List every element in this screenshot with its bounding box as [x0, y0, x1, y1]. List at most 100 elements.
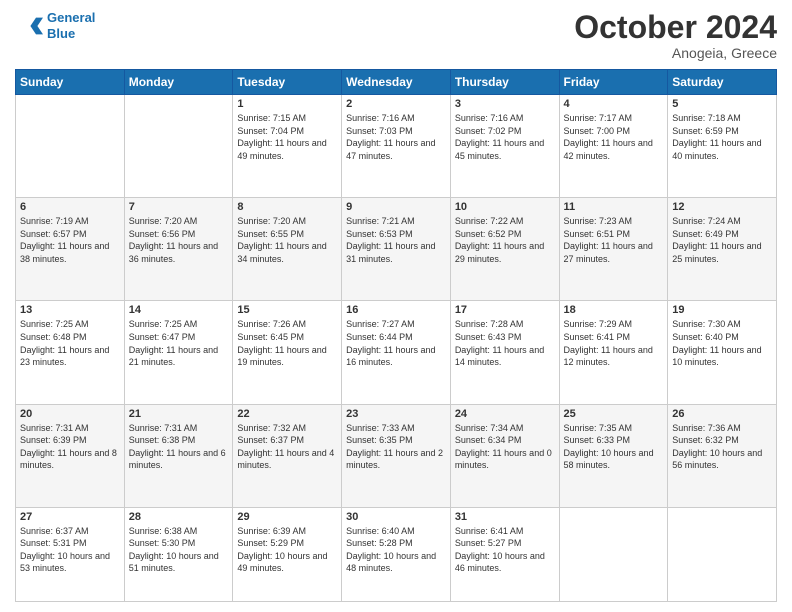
- calendar-cell: 31 Sunrise: 6:41 AM Sunset: 5:27 PM Dayli…: [450, 507, 559, 601]
- day-number: 15: [237, 304, 337, 316]
- calendar-table: SundayMondayTuesdayWednesdayThursdayFrid…: [15, 69, 777, 602]
- calendar-week-row: 1 Sunrise: 7:15 AM Sunset: 7:04 PM Daylig…: [16, 95, 777, 198]
- day-info: Sunrise: 7:21 AM Sunset: 6:53 PM Dayligh…: [346, 215, 446, 265]
- calendar-cell: 30Sunrise: 6:40 AM Sunset: 5:28 PM Dayli…: [342, 507, 451, 601]
- day-number: 1: [237, 98, 337, 110]
- calendar-cell: 19Sunrise: 7:30 AM Sunset: 6:40 PM Dayli…: [668, 301, 777, 404]
- day-number: 3: [455, 98, 555, 110]
- calendar-cell: 13Sunrise: 7:25 AM Sunset: 6:48 PM Dayli…: [16, 301, 125, 404]
- weekday-header: Wednesday: [342, 70, 451, 95]
- header: General Blue October 2024 Anogeia, Greec…: [15, 10, 777, 61]
- day-number: 29: [237, 511, 337, 523]
- calendar-cell: 17 Sunrise: 7:28 AM Sunset: 6:43 PM Dayli…: [450, 301, 559, 404]
- day-number: 2: [346, 98, 446, 110]
- day-number: 18: [564, 304, 664, 316]
- day-number: 8: [237, 201, 337, 213]
- day-info: Sunrise: 6:37 AM Sunset: 5:31 PM Dayligh…: [20, 525, 120, 575]
- calendar-cell: [559, 507, 668, 601]
- calendar-cell: 22 Sunrise: 7:32 AM Sunset: 6:37 PM Dayli…: [233, 404, 342, 507]
- day-info: Sunrise: 7:18 AM Sunset: 6:59 PM Dayligh…: [672, 112, 772, 162]
- calendar-cell: 2 Sunrise: 7:16 AM Sunset: 7:03 PM Daylig…: [342, 95, 451, 198]
- day-info: Sunrise: 6:38 AM Sunset: 5:30 PM Dayligh…: [129, 525, 229, 575]
- calendar-cell: 12 Sunrise: 7:24 AM Sunset: 6:49 PM Dayli…: [668, 198, 777, 301]
- day-info: Sunrise: 7:23 AM Sunset: 6:51 PM Dayligh…: [564, 215, 664, 265]
- day-number: 19: [672, 304, 772, 316]
- weekday-header: Tuesday: [233, 70, 342, 95]
- location: Anogeia, Greece: [574, 45, 777, 61]
- day-info: Sunrise: 7:32 AM Sunset: 6:37 PM Dayligh…: [237, 422, 337, 472]
- title-block: October 2024 Anogeia, Greece: [574, 10, 777, 61]
- logo-line2: Blue: [47, 26, 75, 41]
- calendar-cell: 11 Sunrise: 7:23 AM Sunset: 6:51 PM Dayli…: [559, 198, 668, 301]
- day-number: 12: [672, 201, 772, 213]
- weekday-header: Monday: [124, 70, 233, 95]
- day-info: Sunrise: 7:19 AM Sunset: 6:57 PM Dayligh…: [20, 215, 120, 265]
- logo-line1: General: [47, 10, 95, 25]
- day-info: Sunrise: 7:20 AM Sunset: 6:55 PM Dayligh…: [237, 215, 337, 265]
- logo: General Blue: [15, 10, 95, 41]
- day-info: Sunrise: 7:31 AM Sunset: 6:39 PM Dayligh…: [20, 422, 120, 472]
- calendar-week-row: 13Sunrise: 7:25 AM Sunset: 6:48 PM Dayli…: [16, 301, 777, 404]
- page: General Blue October 2024 Anogeia, Greec…: [0, 0, 792, 612]
- day-info: Sunrise: 7:29 AM Sunset: 6:41 PM Dayligh…: [564, 318, 664, 368]
- calendar-cell: 7Sunrise: 7:20 AM Sunset: 6:56 PM Daylig…: [124, 198, 233, 301]
- day-number: 25: [564, 408, 664, 420]
- day-info: Sunrise: 7:15 AM Sunset: 7:04 PM Dayligh…: [237, 112, 337, 162]
- day-number: 23: [346, 408, 446, 420]
- calendar-cell: 20 Sunrise: 7:31 AM Sunset: 6:39 PM Dayli…: [16, 404, 125, 507]
- calendar-week-row: 27Sunrise: 6:37 AM Sunset: 5:31 PM Dayli…: [16, 507, 777, 601]
- weekday-header: Thursday: [450, 70, 559, 95]
- calendar-cell: 18 Sunrise: 7:29 AM Sunset: 6:41 PM Dayli…: [559, 301, 668, 404]
- day-info: Sunrise: 7:17 AM Sunset: 7:00 PM Dayligh…: [564, 112, 664, 162]
- day-info: Sunrise: 7:25 AM Sunset: 6:47 PM Dayligh…: [129, 318, 229, 368]
- weekday-header: Sunday: [16, 70, 125, 95]
- day-info: Sunrise: 7:36 AM Sunset: 6:32 PM Dayligh…: [672, 422, 772, 472]
- calendar-cell: 23 Sunrise: 7:33 AM Sunset: 6:35 PM Dayli…: [342, 404, 451, 507]
- calendar-cell: 14 Sunrise: 7:25 AM Sunset: 6:47 PM Dayli…: [124, 301, 233, 404]
- calendar-cell: 27Sunrise: 6:37 AM Sunset: 5:31 PM Dayli…: [16, 507, 125, 601]
- logo-icon: [15, 12, 43, 40]
- calendar-cell: 26Sunrise: 7:36 AM Sunset: 6:32 PM Dayli…: [668, 404, 777, 507]
- calendar-cell: 16 Sunrise: 7:27 AM Sunset: 6:44 PM Dayli…: [342, 301, 451, 404]
- day-info: Sunrise: 6:41 AM Sunset: 5:27 PM Dayligh…: [455, 525, 555, 575]
- day-info: Sunrise: 7:31 AM Sunset: 6:38 PM Dayligh…: [129, 422, 229, 472]
- calendar-cell: 1 Sunrise: 7:15 AM Sunset: 7:04 PM Daylig…: [233, 95, 342, 198]
- calendar-cell: 24 Sunrise: 7:34 AM Sunset: 6:34 PM Dayli…: [450, 404, 559, 507]
- day-info: Sunrise: 7:16 AM Sunset: 7:03 PM Dayligh…: [346, 112, 446, 162]
- day-number: 20: [20, 408, 120, 420]
- day-info: Sunrise: 7:33 AM Sunset: 6:35 PM Dayligh…: [346, 422, 446, 472]
- day-info: Sunrise: 6:40 AM Sunset: 5:28 PM Dayligh…: [346, 525, 446, 575]
- day-info: Sunrise: 7:27 AM Sunset: 6:44 PM Dayligh…: [346, 318, 446, 368]
- day-info: Sunrise: 7:34 AM Sunset: 6:34 PM Dayligh…: [455, 422, 555, 472]
- day-info: Sunrise: 7:28 AM Sunset: 6:43 PM Dayligh…: [455, 318, 555, 368]
- day-number: 4: [564, 98, 664, 110]
- calendar-cell: 4 Sunrise: 7:17 AM Sunset: 7:00 PM Daylig…: [559, 95, 668, 198]
- calendar-cell: 5 Sunrise: 7:18 AM Sunset: 6:59 PM Daylig…: [668, 95, 777, 198]
- calendar-cell: [668, 507, 777, 601]
- day-info: Sunrise: 7:35 AM Sunset: 6:33 PM Dayligh…: [564, 422, 664, 472]
- day-number: 17: [455, 304, 555, 316]
- calendar-week-row: 6Sunrise: 7:19 AM Sunset: 6:57 PM Daylig…: [16, 198, 777, 301]
- day-number: 24: [455, 408, 555, 420]
- calendar-cell: 28Sunrise: 6:38 AM Sunset: 5:30 PM Dayli…: [124, 507, 233, 601]
- weekday-header-row: SundayMondayTuesdayWednesdayThursdayFrid…: [16, 70, 777, 95]
- day-number: 9: [346, 201, 446, 213]
- day-info: Sunrise: 7:16 AM Sunset: 7:02 PM Dayligh…: [455, 112, 555, 162]
- day-number: 5: [672, 98, 772, 110]
- day-number: 31: [455, 511, 555, 523]
- day-number: 11: [564, 201, 664, 213]
- calendar-cell: 9 Sunrise: 7:21 AM Sunset: 6:53 PM Daylig…: [342, 198, 451, 301]
- day-info: Sunrise: 7:24 AM Sunset: 6:49 PM Dayligh…: [672, 215, 772, 265]
- day-info: Sunrise: 7:22 AM Sunset: 6:52 PM Dayligh…: [455, 215, 555, 265]
- day-number: 14: [129, 304, 229, 316]
- calendar-cell: 29Sunrise: 6:39 AM Sunset: 5:29 PM Dayli…: [233, 507, 342, 601]
- day-number: 22: [237, 408, 337, 420]
- day-number: 16: [346, 304, 446, 316]
- day-number: 21: [129, 408, 229, 420]
- calendar-cell: 3 Sunrise: 7:16 AM Sunset: 7:02 PM Daylig…: [450, 95, 559, 198]
- day-info: Sunrise: 7:20 AM Sunset: 6:56 PM Dayligh…: [129, 215, 229, 265]
- calendar-cell: [124, 95, 233, 198]
- month-title: October 2024: [574, 10, 777, 45]
- day-info: Sunrise: 7:26 AM Sunset: 6:45 PM Dayligh…: [237, 318, 337, 368]
- day-number: 10: [455, 201, 555, 213]
